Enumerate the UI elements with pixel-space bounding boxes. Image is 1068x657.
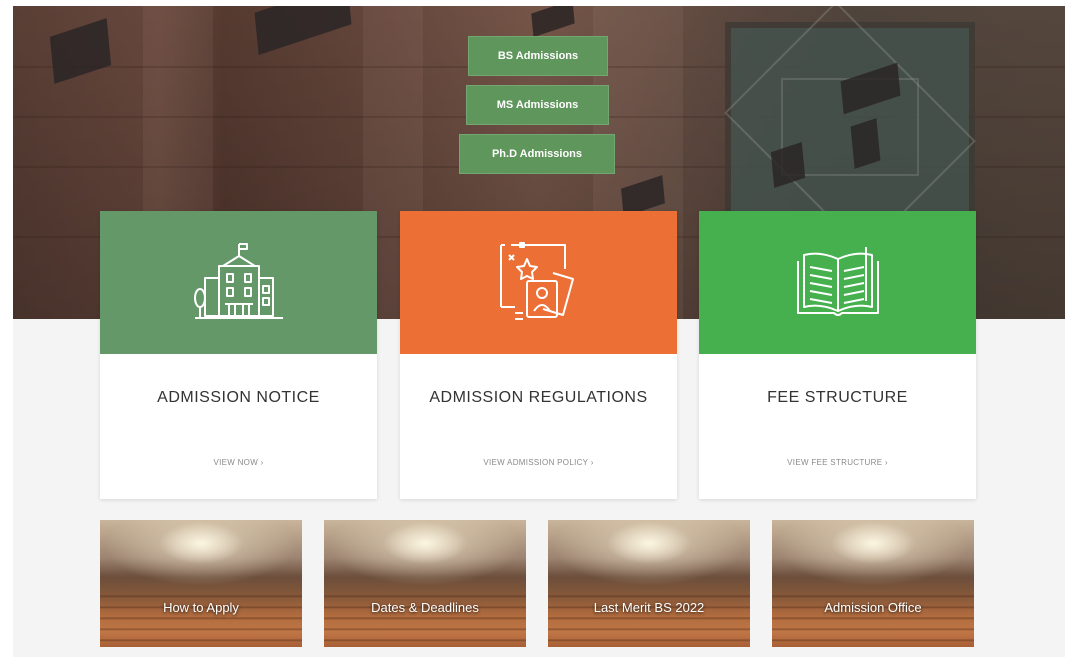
phd-admissions-button[interactable]: Ph.D Admissions [459,134,615,174]
view-now-link[interactable]: VIEW NOW › [100,458,377,467]
graduation-cap-decoration [49,18,112,84]
graduation-cap-decoration [254,6,352,56]
admissions-page: BS Admissions MS Admissions Ph.D Admissi… [13,6,1065,657]
graduation-cap-decoration [531,6,575,38]
fee-structure-card[interactable]: FEE STRUCTURE VIEW FEE STRUCTURE › [699,211,976,499]
card-title: ADMISSION NOTICE [157,389,320,406]
card-title: ADMISSION REGULATIONS [429,389,648,406]
admission-office-tile[interactable]: Admission Office [772,520,974,647]
how-to-apply-tile[interactable]: How to Apply [100,520,302,647]
card-header [100,211,377,354]
tile-label: Admission Office [824,600,922,615]
auditorium-seats-decoration [548,587,750,647]
regulations-id-card-icon [499,241,574,320]
open-book-icon [796,246,879,316]
admission-notice-card[interactable]: ADMISSION NOTICE VIEW NOW › [100,211,377,499]
tile-label: How to Apply [163,600,239,615]
graduation-cap-decoration [850,118,881,169]
bs-admissions-button[interactable]: BS Admissions [468,36,608,76]
auditorium-seats-decoration [324,587,526,647]
card-title: FEE STRUCTURE [767,389,908,406]
university-building-icon [193,242,283,319]
admission-regulations-card[interactable]: ADMISSION REGULATIONS VIEW ADMISSION POL… [400,211,677,499]
auditorium-seats-decoration [100,587,302,647]
dates-deadlines-tile[interactable]: Dates & Deadlines [324,520,526,647]
view-admission-policy-link[interactable]: VIEW ADMISSION POLICY › [400,458,677,467]
ms-admissions-button[interactable]: MS Admissions [466,85,609,125]
card-header [400,211,677,354]
tile-label: Last Merit BS 2022 [593,600,705,615]
auditorium-seats-decoration [772,587,974,647]
view-fee-structure-link[interactable]: VIEW FEE STRUCTURE › [699,458,976,467]
tile-label: Dates & Deadlines [371,600,479,615]
last-merit-bs-2022-tile[interactable]: Last Merit BS 2022 [548,520,750,647]
card-header [699,211,976,354]
